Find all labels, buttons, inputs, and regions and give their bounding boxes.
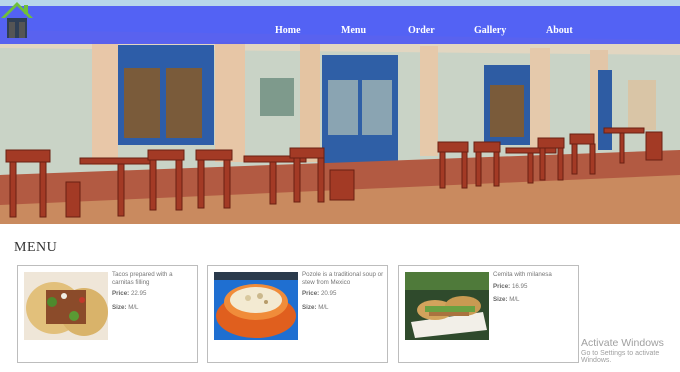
watermark-subtitle: Go to Settings to activate Windows. [581,350,660,364]
windows-activation-watermark: Activate Windows Go to Settings to activ… [581,337,680,364]
watermark-title: Activate Windows [581,337,664,349]
card-price: Price: 22.95 [112,290,147,297]
nav-about-link[interactable]: About [546,25,573,36]
card-description: Cemita with milanesa [493,271,552,278]
card-size: Size: M/L [112,303,139,311]
card-price: Price: 20.95 [302,290,337,297]
card-description: Tacos prepared with a carnitas filling [112,271,173,286]
nav-gallery-link[interactable]: Gallery [474,25,506,36]
menu-card-cemita[interactable]: Cemita with milanesa Price: 16.95 Size: … [398,265,579,363]
card-price: Price: 16.95 [493,282,528,290]
menu-card-tacos[interactable]: Tacos prepared with a carnitas filling P… [17,265,198,363]
nav-menu-link[interactable]: Menu [341,25,366,36]
card-info: Pozole is a traditional soup or stew fro… [302,271,384,317]
card-description: Pozole is a traditional soup or stew fro… [302,271,384,286]
tacos-photo [24,272,108,340]
hero-banner: Home Menu Order Gallery About [0,0,680,224]
nav-home-link[interactable]: Home [275,25,301,36]
card-info: Tacos prepared with a carnitas filling P… [112,271,194,317]
nav-order-link[interactable]: Order [408,25,435,36]
card-size: Size: M/L [302,303,329,311]
menu-heading: MENU [14,240,58,255]
house-icon[interactable] [0,0,34,40]
cemita-photo [405,272,489,340]
menu-card-pozole[interactable]: Pozole is a traditional soup or stew fro… [207,265,388,363]
card-info: Cemita with milanesa Price: 16.95 Size: … [493,271,575,310]
navbar: Home Menu Order Gallery About [0,6,680,44]
pozole-photo [214,272,298,340]
card-size: Size: M/L [493,296,520,303]
